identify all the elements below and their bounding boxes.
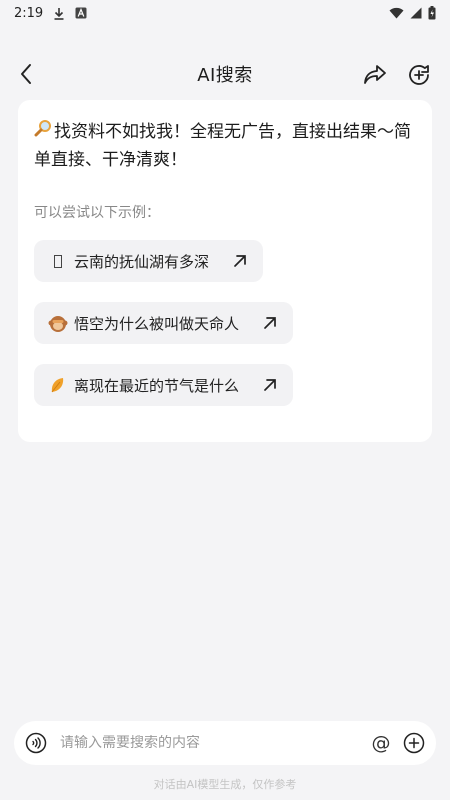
- page-title: AI搜索: [197, 65, 253, 86]
- welcome-card: 找资料不如找我！全程无广告，直接出结果～简单直接、干净清爽！ 可以尝试以下示例：…: [18, 100, 432, 442]
- example-text: 离现在最近的节气是什么: [74, 376, 240, 395]
- download-icon: [53, 7, 65, 20]
- intro-text-block: 找资料不如找我！全程无广告，直接出结果～简单直接、干净清爽！: [34, 118, 416, 174]
- new-chat-icon: [409, 65, 429, 85]
- chevron-left-icon: [21, 64, 31, 84]
- battery-charging-icon: [428, 6, 436, 20]
- ai-disclaimer: 对话由AI模型生成，仅作参考: [153, 778, 297, 791]
- share-icon: [364, 65, 386, 84]
- share-button[interactable]: [362, 62, 388, 88]
- voice-button[interactable]: [24, 731, 48, 755]
- example-chip[interactable]: 离现在最近的节气是什么: [34, 364, 294, 406]
- example-chip[interactable]: 云南的抚仙湖有多深: [34, 240, 264, 282]
- search-input[interactable]: [60, 735, 370, 751]
- status-bar: 2:19: [0, 0, 450, 26]
- new-chat-button[interactable]: [406, 62, 432, 88]
- add-button[interactable]: [402, 731, 426, 755]
- status-right: [389, 6, 436, 20]
- example-chip[interactable]: 悟空为什么被叫做天命人: [34, 302, 294, 344]
- mention-button[interactable]: @: [370, 732, 392, 754]
- status-time: 2:19: [14, 5, 44, 21]
- arrow-up-right-icon: [261, 376, 279, 394]
- signal-icon: [410, 7, 422, 19]
- monkey-icon: [48, 313, 68, 333]
- example-text: 悟空为什么被叫做天命人: [74, 314, 240, 333]
- arrow-up-right-icon: [261, 314, 279, 332]
- example-text: 云南的抚仙湖有多深: [74, 252, 210, 271]
- intro-text: 找资料不如找我！全程无广告，直接出结果～简单直接、干净清爽！: [34, 118, 416, 174]
- app-a-icon: [75, 7, 87, 19]
- wifi-icon: [389, 7, 404, 19]
- examples-hint: 可以尝试以下示例：: [34, 205, 160, 221]
- plus-icon: [403, 732, 425, 754]
- top-app-bar: AI搜索: [0, 52, 450, 96]
- leaf-icon: [48, 375, 68, 395]
- missing-glyph-icon: [48, 251, 68, 271]
- status-left: 2:19: [14, 6, 87, 21]
- magnifier-icon: [34, 118, 54, 146]
- voice-icon: [25, 732, 47, 754]
- arrow-up-right-icon: [231, 252, 249, 270]
- screen: 2:19 AI搜索 找资料不如找我！全程无广告，直接出结果～简单直接、干净清爽！…: [0, 0, 450, 800]
- example-list: 云南的抚仙湖有多深 悟空为什么被叫做天命人 离现在最近的节气是什么: [34, 240, 416, 406]
- search-input-bar: @: [14, 721, 436, 765]
- back-button[interactable]: [14, 62, 38, 86]
